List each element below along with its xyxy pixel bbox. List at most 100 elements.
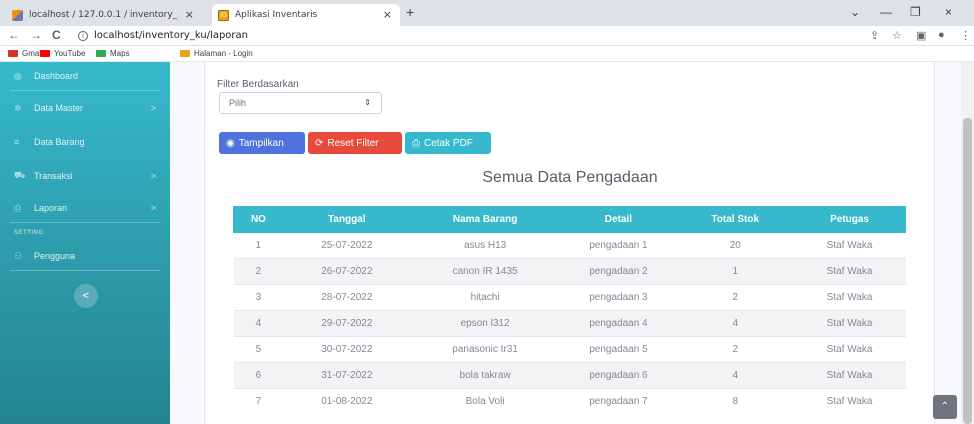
sidebar-item-data-barang[interactable]: ≡ Data Barang (0, 132, 170, 152)
window-close-icon[interactable]: × (945, 5, 952, 19)
cell-detail: pengadaan 7 (559, 388, 677, 415)
cell-tanggal: 26-07-2022 (283, 258, 411, 285)
sidebar-divider (10, 90, 160, 91)
sidebar-divider (10, 270, 160, 271)
close-tab-icon[interactable]: × (185, 8, 194, 21)
cell-petugas: Staf Waka (793, 258, 906, 285)
cell-no: 4 (233, 310, 284, 337)
table-row: 6 31-07-2022 bola takraw pengadaan 6 4 S… (233, 362, 906, 389)
sidebar-heading: SETTING (14, 230, 44, 236)
sidebar-divider (10, 222, 160, 223)
close-tab-icon[interactable]: × (383, 8, 392, 21)
sidebar-item-data-master[interactable]: ✲ Data Master > (0, 98, 170, 118)
sidebar-item-laporan[interactable]: ⎙ Laporan > (0, 198, 170, 218)
cart-icon: ⛟ (14, 170, 26, 180)
cetak-pdf-button[interactable]: ⎙ Cetak PDF (405, 132, 491, 154)
sidebar-item-dashboard[interactable]: ◍ Dashboard (0, 66, 170, 86)
cell-total-stok: 4 (676, 310, 794, 337)
cell-total-stok: 2 (676, 284, 794, 311)
table-row: 1 25-07-2022 asus H13 pengadaan 1 20 Sta… (233, 232, 906, 259)
share-icon[interactable]: ⇪ (870, 29, 879, 42)
cell-total-stok: 1 (676, 258, 794, 285)
cell-tanggal: 30-07-2022 (283, 336, 411, 363)
new-tab-icon[interactable]: + (406, 4, 414, 20)
cell-nama-barang: asus H13 (410, 232, 560, 259)
report-table: NO Tanggal Nama Barang Detail Total Stok… (233, 206, 906, 415)
cell-tanggal: 28-07-2022 (283, 284, 411, 311)
column-header: Total Stok (676, 206, 795, 233)
cell-petugas: Staf Waka (793, 310, 906, 337)
cell-nama-barang: bola takraw (410, 362, 560, 389)
cell-petugas: Staf Waka (793, 362, 906, 389)
cell-nama-barang: epson l312 (410, 310, 560, 337)
chevron-right-icon: > (150, 203, 156, 213)
cell-tanggal: 29-07-2022 (283, 310, 411, 337)
select-value: Pilih (229, 98, 247, 108)
bookmark-gmail[interactable]: Gmail (8, 49, 43, 58)
cell-detail: pengadaan 3 (559, 284, 677, 311)
bookmark-login[interactable]: Halaman - Login (180, 49, 253, 58)
gmail-icon (8, 50, 18, 57)
eye-icon: ◉ (226, 137, 235, 149)
sidebar-toggle-button[interactable]: < (74, 284, 98, 308)
tab-title: localhost / 127.0.0.1 / inventory_ (29, 10, 178, 20)
chevron-right-icon: > (150, 103, 156, 113)
sidebar-item-label: Dashboard (34, 71, 79, 81)
phpmyadmin-icon (12, 9, 23, 21)
youtube-icon (40, 50, 50, 57)
bookmarks-bar: Gmail YouTube Maps Halaman - Login (0, 46, 974, 62)
cell-petugas: Staf Waka (793, 284, 906, 311)
browser-tab-aplikasi[interactable]: IO Aplikasi Inventaris × (212, 4, 400, 26)
cell-no: 1 (233, 232, 284, 259)
button-label: Cetak PDF (424, 137, 473, 149)
restore-icon[interactable]: ❐ (910, 5, 921, 19)
bookmark-label: Maps (110, 49, 130, 58)
cell-detail: pengadaan 2 (559, 258, 677, 285)
bookmark-youtube[interactable]: YouTube (40, 49, 85, 58)
sidebar-item-transaksi[interactable]: ⛟ Transaksi > (0, 166, 170, 186)
users-icon: ⚇ (14, 250, 23, 261)
profile-icon[interactable]: ● (938, 29, 945, 41)
print-icon: ⎙ (14, 202, 22, 213)
cell-detail: pengadaan 1 (559, 232, 677, 259)
scroll-to-top-button[interactable]: ⌃ (933, 395, 957, 419)
column-header: Tanggal (282, 206, 411, 233)
info-icon[interactable]: i (78, 31, 88, 41)
browser-tab-phpmyadmin[interactable]: localhost / 127.0.0.1 / inventory_ × (6, 4, 202, 26)
address-bar: ← → C i localhost/inventory_ku/laporan ⇪ … (0, 26, 974, 46)
reload-icon[interactable]: C (52, 28, 61, 42)
tab-search-icon[interactable]: ⌄ (850, 5, 860, 19)
column-header: Petugas (793, 206, 906, 233)
app-icon: IO (218, 9, 229, 21)
cell-nama-barang: Bola Voli (410, 388, 560, 415)
page-content: ◍ Dashboard ✲ Data Master > ≡ Data Baran… (0, 62, 974, 424)
side-panel-icon[interactable]: ▣ (916, 29, 926, 42)
minimize-icon[interactable]: — (880, 5, 892, 19)
report-title: Semua Data Pengadaan (482, 169, 658, 186)
table-row: 5 30-07-2022 panasonic tr31 pengadaan 5 … (233, 336, 906, 363)
back-icon[interactable]: ← (8, 28, 20, 42)
tab-title: Aplikasi Inventaris (235, 10, 318, 20)
filter-label: Filter Berdasarkan (217, 79, 299, 90)
forward-icon[interactable]: → (30, 28, 42, 42)
filter-select[interactable]: Pilih ⇕ (219, 92, 382, 114)
chevron-right-icon: > (150, 171, 156, 181)
browser-menu-icon[interactable]: ⋮ (960, 29, 971, 42)
cell-petugas: Staf Waka (793, 336, 906, 363)
bookmark-maps[interactable]: Maps (96, 49, 130, 58)
bookmark-label: YouTube (54, 49, 86, 58)
column-header: Nama Barang (409, 206, 561, 233)
sidebar-item-pengguna[interactable]: ⚇ Pengguna (0, 246, 170, 266)
table-row: 3 28-07-2022 hitachi pengadaan 3 2 Staf … (233, 284, 906, 311)
tampilkan-button[interactable]: ◉ Tampilkan (219, 132, 305, 154)
url-field[interactable]: i localhost/inventory_ku/laporan (78, 30, 248, 41)
star-icon[interactable]: ☆ (892, 29, 902, 42)
sidebar-item-label: Transaksi (34, 171, 73, 181)
reset-filter-button[interactable]: ⟳ Reset Filter (308, 132, 402, 154)
cell-tanggal: 01-08-2022 (283, 388, 411, 415)
cell-no: 6 (233, 362, 284, 389)
list-icon: ≡ (14, 137, 20, 147)
refresh-icon: ⟳ (315, 137, 324, 149)
scrollbar-thumb[interactable] (963, 118, 972, 424)
cell-total-stok: 2 (676, 336, 794, 363)
